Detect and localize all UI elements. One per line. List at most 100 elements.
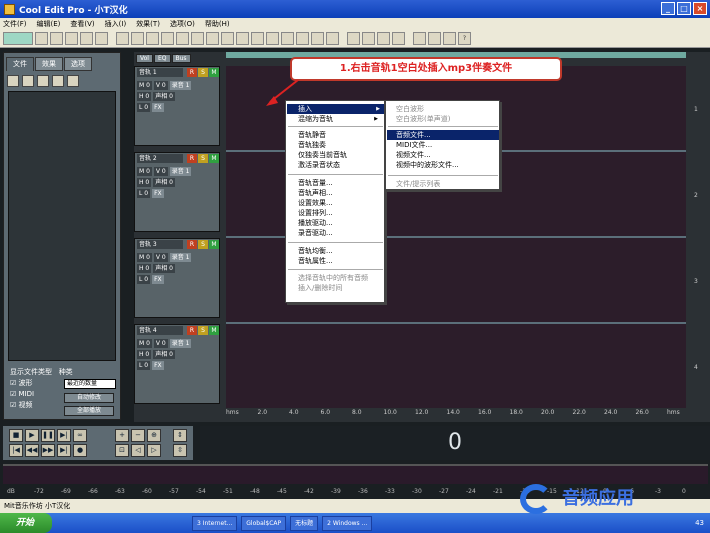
wet-icon[interactable]	[347, 32, 360, 45]
submenu-item[interactable]: MIDI文件...	[396, 140, 496, 150]
mute-button[interactable]: M	[209, 68, 219, 77]
fx-icon[interactable]	[362, 32, 375, 45]
menu-edit[interactable]: 编辑(E)	[37, 19, 61, 29]
tab-files[interactable]: 文件	[6, 57, 34, 71]
track-name[interactable]: 音轨 1	[137, 68, 183, 77]
menu-insert[interactable]: 插入(I)	[105, 19, 127, 29]
save-all-icon[interactable]	[80, 32, 93, 45]
tab-effects[interactable]: 效果	[35, 57, 63, 71]
track-volume[interactable]: V 0	[153, 81, 168, 90]
submenu-item[interactable]: 空白波形(单声道)	[396, 114, 496, 124]
start-button[interactable]: 开始	[0, 513, 52, 533]
vol-envelope-icon[interactable]	[377, 32, 390, 45]
context-menu-item[interactable]: 播放驱动...	[298, 218, 382, 228]
solo-button[interactable]: S	[198, 154, 208, 163]
tab-bus[interactable]: Bus	[171, 54, 191, 63]
copy-icon[interactable]	[131, 32, 144, 45]
insert-icon[interactable]	[206, 32, 219, 45]
track-name[interactable]: 音轨 2	[137, 154, 183, 163]
fx-button[interactable]: FX	[152, 189, 164, 198]
track-pan[interactable]: 声相 0	[153, 92, 175, 101]
submenu-item[interactable]: 视频中的波形文件...	[396, 160, 496, 170]
mode-switch-button[interactable]	[3, 32, 33, 45]
pan-envelope-icon[interactable]	[392, 32, 405, 45]
zoom-left-icon[interactable]: ◁	[131, 444, 145, 457]
context-menu-item[interactable]: 插入 ▶	[287, 104, 384, 114]
close-button[interactable]: ×	[693, 2, 707, 15]
envelope-icon[interactable]	[251, 32, 264, 45]
rewind-icon[interactable]: ◀◀	[25, 444, 39, 457]
stop-icon[interactable]: ■	[9, 429, 23, 442]
track-header-4[interactable]: 音轨 4 RSM M 0V 0 录音 1 H 0 声相 0 L 0 FX	[134, 324, 220, 404]
import-icon[interactable]	[22, 75, 34, 87]
mix-paste-icon[interactable]	[176, 32, 189, 45]
track-out[interactable]: 录音 1	[169, 339, 192, 348]
undo-icon[interactable]	[116, 32, 129, 45]
checkbox-midi[interactable]: ☑	[10, 390, 16, 398]
close-file-icon[interactable]	[37, 75, 49, 87]
solo-button[interactable]: S	[198, 326, 208, 335]
track-pan[interactable]: 声相 0	[153, 178, 175, 187]
context-menu-item[interactable]: 音轨声相...	[298, 188, 382, 198]
task-windows[interactable]: 2 Windows ...	[322, 515, 373, 531]
go-end-icon[interactable]: ▶|	[57, 444, 71, 457]
mute-button[interactable]: M	[209, 240, 219, 249]
context-menu-item[interactable]: 音轨均衡...	[298, 246, 382, 256]
checkbox-wave[interactable]: ☑	[10, 379, 16, 387]
help-icon[interactable]: ?	[458, 32, 471, 45]
context-menu-item[interactable]: 设置效果...	[298, 198, 382, 208]
track-name[interactable]: 音轨 4	[137, 326, 183, 335]
submenu-item[interactable]: 音频文件...	[387, 130, 499, 140]
record-button[interactable]: R	[187, 240, 197, 249]
menu-file[interactable]: 文件(F)	[3, 19, 27, 29]
tab-vol[interactable]: Vol	[136, 54, 153, 63]
new-icon[interactable]	[35, 32, 48, 45]
sort-select[interactable]: 最近的数量	[64, 379, 116, 389]
context-menu-item[interactable]: 音轨静音	[298, 130, 382, 140]
menu-options[interactable]: 选项(O)	[170, 19, 195, 29]
context-menu-item[interactable]: 音轨音量...	[298, 178, 382, 188]
minimize-button[interactable]: _	[661, 2, 675, 15]
open-icon[interactable]	[50, 32, 63, 45]
record-button[interactable]: R	[187, 154, 197, 163]
insert-file-icon[interactable]	[67, 75, 79, 87]
mute-button[interactable]: M	[209, 154, 219, 163]
menu-effects[interactable]: 效果(T)	[136, 19, 160, 29]
play-icon[interactable]: ▶	[25, 429, 39, 442]
context-menu-item[interactable]: 录音驱动...	[298, 228, 382, 238]
track-out[interactable]: 录音 1	[169, 253, 192, 262]
track-out[interactable]: 录音 1	[169, 167, 192, 176]
solo-button[interactable]: S	[198, 68, 208, 77]
zoom-in-icon[interactable]: +	[115, 429, 129, 442]
track-header-2[interactable]: 音轨 2 RSM M 0V 0 录音 1 H 0 声相 0 L 0 FX	[134, 152, 220, 232]
file-list[interactable]	[8, 91, 116, 361]
record-icon[interactable]: ●	[73, 444, 87, 457]
mute-button[interactable]: M	[209, 326, 219, 335]
fx-button[interactable]: FX	[152, 361, 164, 370]
edit-file-icon[interactable]	[52, 75, 64, 87]
menu-view[interactable]: 查看(V)	[70, 19, 94, 29]
save-icon[interactable]	[65, 32, 78, 45]
zoom-vertical-in-icon[interactable]: ⇕	[173, 429, 187, 442]
fx-button[interactable]: FX	[152, 103, 164, 112]
loop-play-icon[interactable]: ∞	[73, 429, 87, 442]
auto-modify-button[interactable]: 自动修改	[64, 393, 114, 403]
context-menu-item[interactable]: 选择音轨中的所有音频	[298, 273, 382, 283]
track-pan[interactable]: 声相 0	[153, 264, 175, 273]
task-untitled[interactable]: 无标题	[290, 515, 319, 531]
forward-icon[interactable]: ▶▶	[41, 444, 55, 457]
close-file-icon[interactable]	[95, 32, 108, 45]
tab-options[interactable]: 选项	[64, 57, 92, 71]
hybrid-icon[interactable]	[311, 32, 324, 45]
context-menu-item[interactable]: 音轨独奏	[298, 140, 382, 150]
snap-icon[interactable]	[221, 32, 234, 45]
track-name[interactable]: 音轨 3	[137, 240, 183, 249]
play-to-end-icon[interactable]: ▶|	[57, 429, 71, 442]
track-volume[interactable]: V 0	[153, 167, 168, 176]
menu-help[interactable]: 帮助(H)	[205, 19, 230, 29]
play-all-button[interactable]: 全部播放	[64, 406, 114, 416]
settings-icon[interactable]	[443, 32, 456, 45]
fx-button[interactable]: FX	[152, 275, 164, 284]
context-menu-item[interactable]: 设置排列...	[298, 208, 382, 218]
solo-button[interactable]: S	[198, 240, 208, 249]
